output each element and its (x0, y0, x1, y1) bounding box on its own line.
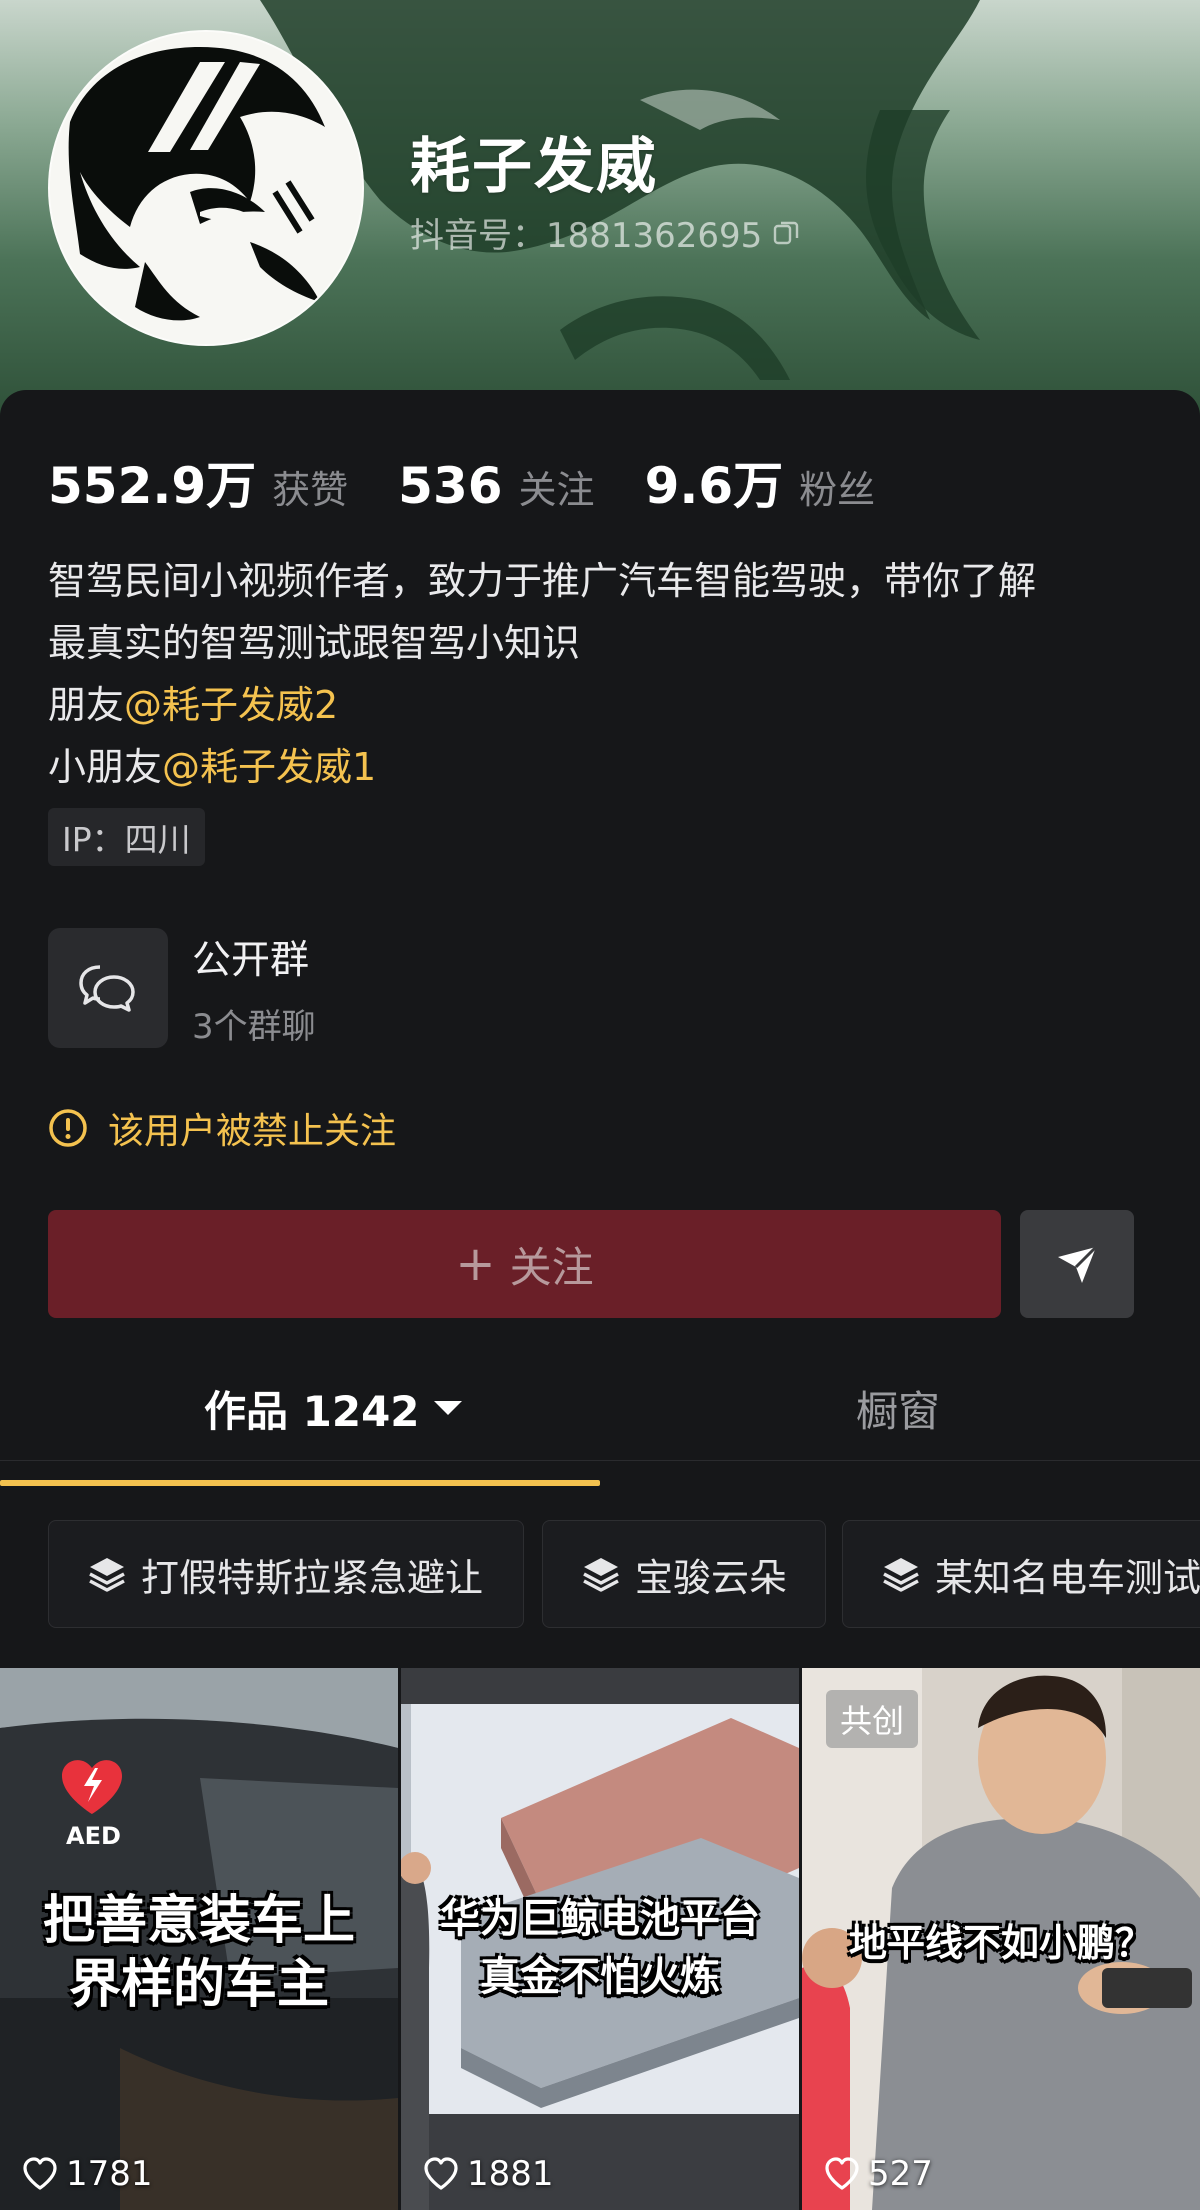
public-group-entry[interactable]: 公开群 3个群聊 (48, 928, 316, 1048)
copy-icon[interactable] (772, 219, 800, 247)
mention-link-kid[interactable]: @耗子发威1 (162, 745, 376, 789)
collection-chip[interactable]: 打假特斯拉紧急避让 (48, 1520, 524, 1628)
share-button[interactable] (1020, 1210, 1134, 1318)
follow-button-label: 关注 (509, 1242, 594, 1292)
follow-ban-notice: 该用户被禁止关注 (48, 1102, 396, 1154)
group-icon-box (48, 928, 168, 1048)
bio-line-2: 最真实的智驾测试跟智驾小知识 (48, 621, 581, 665)
layers-icon (883, 1558, 919, 1592)
avatar[interactable] (48, 30, 364, 346)
heart-outline-icon (424, 2157, 458, 2190)
video-title-line-2: 界样的车主 (68, 1955, 329, 2015)
video-thumbnail[interactable]: 华为巨鲸电池平台 真金不怕火炼 1881 (401, 1668, 799, 2210)
douyin-id[interactable]: 抖音号：1881362695 (410, 208, 800, 257)
collection-chip[interactable]: 某知名电车测试 (842, 1520, 1200, 1628)
tab-works[interactable]: 作品 1242 (204, 1356, 462, 1460)
follow-button[interactable]: + 关注 (48, 1210, 1001, 1318)
video-likes-count: 527 (868, 2154, 933, 2194)
stat-followers-label: 粉丝 (799, 468, 876, 512)
layers-icon (89, 1558, 125, 1592)
video-title-line-1: 华为巨鲸电池平台 (440, 1896, 760, 1942)
plus-icon: + (455, 1236, 496, 1292)
video-likes: 1781 (22, 2154, 153, 2194)
bio-friend-prefix: 朋友 (48, 683, 125, 727)
heart-outline-icon (825, 2157, 859, 2190)
content-tabs: 作品 1242 橱窗 (0, 1356, 1200, 1461)
video-title-line-2: 真金不怕火炼 (480, 1954, 720, 2000)
tab-window[interactable]: 橱窗 (856, 1356, 940, 1460)
heart-outline-icon (23, 2157, 57, 2190)
send-arrow-icon (1058, 1245, 1098, 1283)
co-create-badge: 共创 (826, 1690, 919, 1748)
stat-likes-value: 552.9万 (48, 457, 257, 515)
stat-likes[interactable]: 552.9万 获赞 (48, 446, 348, 518)
bio-friend-line: 朋友@耗子发威2 (48, 674, 1158, 736)
video-title-line-1: 地平线不如小鹏？ (848, 1921, 1153, 1965)
cat-avatar-icon (50, 32, 362, 344)
caret-down-icon (433, 1401, 462, 1415)
active-tab-indicator (0, 1480, 600, 1486)
group-subtitle: 3个群聊 (192, 1006, 316, 1047)
stat-likes-label: 获赞 (272, 468, 349, 512)
stats-row: 552.9万 获赞 536 关注 9.6万 粉丝 (48, 446, 925, 518)
collection-chip-label: 打假特斯拉紧急避让 (141, 1555, 484, 1600)
collection-chip-label: 宝骏云朵 (635, 1555, 788, 1600)
ip-location-tag: IP：四川 (48, 808, 205, 866)
chat-bubbles-icon (79, 965, 135, 1012)
video-likes-count: 1881 (467, 2154, 554, 2194)
bio-kid-line: 小朋友@耗子发威1 (48, 736, 1158, 798)
collection-chips: 打假特斯拉紧急避让 宝骏云朵 某知名电车测试 (48, 1520, 1200, 1628)
stat-following[interactable]: 536 关注 (398, 457, 594, 515)
aed-badge: AED (66, 1822, 121, 1850)
video-likes: 1881 (423, 2154, 554, 2194)
video-thumbnail[interactable]: 共创 地平线不如小鹏？ 527 (802, 1668, 1200, 2210)
stat-following-value: 536 (398, 457, 503, 515)
stat-followers-value: 9.6万 (644, 457, 784, 515)
video-thumbnail[interactable]: AED 把善意装车上 界样的车主 1781 (0, 1668, 398, 2210)
profile-nickname: 耗子发威 (410, 132, 658, 202)
bio-line-1: 智驾民间小视频作者，致力于推广汽车智能驾驶，带你了解 (48, 559, 1037, 603)
follow-ban-text: 该用户被禁止关注 (108, 1111, 397, 1152)
tab-works-label: 作品 1242 (204, 1386, 420, 1436)
bio-kid-prefix: 小朋友 (48, 745, 163, 789)
douyin-id-text: 抖音号：1881362695 (410, 216, 763, 256)
group-title: 公开群 (192, 937, 310, 983)
video-likes: 527 (824, 2154, 933, 2194)
collection-chip-label: 某知名电车测试 (935, 1555, 1200, 1600)
layers-icon (583, 1558, 619, 1592)
video-likes-count: 1781 (66, 2154, 153, 2194)
warning-circle-icon (49, 1109, 87, 1147)
stat-followers[interactable]: 9.6万 粉丝 (645, 446, 876, 518)
tab-window-label: 橱窗 (856, 1386, 941, 1436)
stat-following-label: 关注 (518, 468, 595, 512)
mention-link-friend[interactable]: @耗子发威2 (124, 683, 338, 727)
group-text: 公开群 3个群聊 (192, 929, 316, 1048)
profile-bio: 智驾民间小视频作者，致力于推广汽车智能驾驶，带你了解 最真实的智驾测试跟智驾小知… (48, 550, 1158, 798)
collection-chip[interactable]: 宝骏云朵 (542, 1520, 826, 1628)
video-grid: AED 把善意装车上 界样的车主 1781 华为巨鲸电池平台 真金不怕火炼 18… (0, 1668, 1200, 2210)
video-title-line-1: 把善意装车上 (42, 1891, 355, 1951)
